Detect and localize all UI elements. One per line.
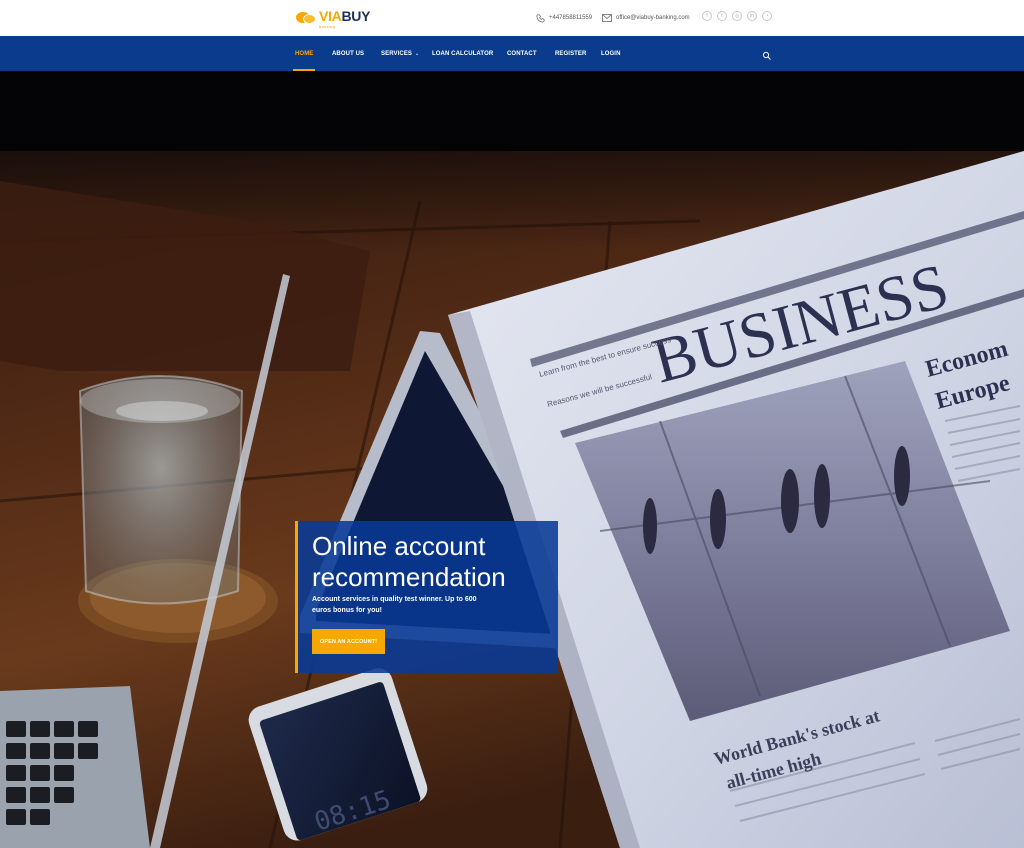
nav-item-label: LOAN CALCULATOR [432, 50, 494, 57]
email-address: office@viabuy-banking.com [616, 15, 690, 21]
nav-item-contact[interactable]: CONTACT [507, 36, 537, 71]
nav-item-register[interactable]: REGISTER [555, 36, 586, 71]
facebook-icon[interactable]: f [702, 11, 712, 21]
nav-item-services[interactable]: SERVICES ⌄ [381, 36, 419, 71]
logo-coins-icon [296, 11, 316, 24]
nav-item-label: CONTACT [507, 50, 537, 57]
chevron-down-icon: ⌄ [415, 50, 420, 57]
phone-contact[interactable]: +447858811559 [536, 12, 592, 24]
twitter-icon[interactable]: t [717, 11, 727, 21]
logo-via: VIA [319, 8, 342, 24]
nav-item-loan-calculator[interactable]: LOAN CALCULATOR [432, 36, 493, 71]
top-bar: VIABUY banking +447858811559 office@viab… [0, 0, 1024, 36]
logo-wordmark: VIABUY [319, 9, 370, 23]
nav-item-home[interactable]: HOME [293, 36, 316, 71]
phone-icon [536, 14, 545, 22]
hero-background-image: BUSINESS Learn from the best to ensure s… [0, 71, 1024, 848]
hero-section: BUSINESS Learn from the best to ensure s… [0, 71, 1024, 848]
linkedin-icon[interactable]: in [747, 11, 757, 21]
hero-title: Online account recommendation [312, 531, 506, 592]
nav-item-label: ABOUT US [332, 50, 365, 57]
hero-description: Account services in quality test winner.… [312, 596, 477, 614]
logo-tagline: banking [319, 24, 336, 29]
phone-number: +447858811559 [549, 15, 593, 21]
nav-item-label: HOME [295, 50, 314, 57]
logo[interactable]: VIABUY banking [296, 9, 370, 31]
open-account-button[interactable]: OPEN AN ACCOUNT! [312, 629, 385, 654]
nav-item-about-us[interactable]: ABOUT US [332, 36, 364, 71]
nav-item-label: REGISTER [555, 50, 587, 57]
email-contact[interactable]: office@viabuy-banking.com [602, 12, 690, 24]
hero-callout: Online account recommendation Account se… [295, 521, 558, 673]
envelope-icon [602, 14, 612, 22]
search-icon[interactable] [762, 48, 772, 60]
nav-item-label: SERVICES [381, 50, 413, 57]
nav-item-login[interactable]: LOGIN [601, 36, 621, 71]
main-navigation: HOME ABOUT US SERVICES ⌄ LOAN CALCULATOR… [0, 36, 1024, 71]
nav-item-label: LOGIN [601, 50, 621, 57]
logo-buy: BUY [341, 8, 371, 24]
social-links: f t ◎ in ◔ [702, 11, 772, 21]
instagram-icon[interactable]: ◎ [732, 11, 742, 21]
rss-icon[interactable]: ◔ [762, 11, 772, 21]
